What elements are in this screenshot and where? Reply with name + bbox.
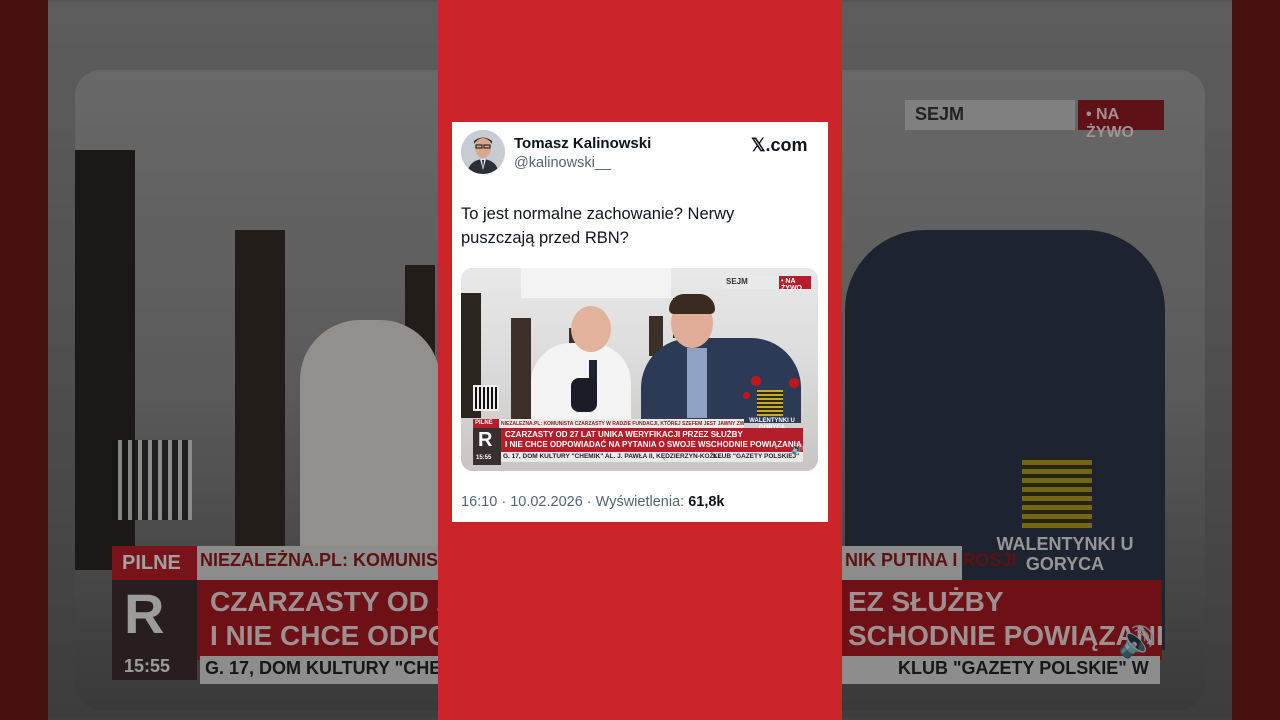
media-ticker-left: G. 17, DOM KULTURY "CHEMIK" AL. J. PAWŁA… [503, 453, 722, 460]
author-name[interactable]: Tomasz Kalinowski [514, 135, 651, 152]
media-pilne: PILNE [473, 419, 499, 428]
author-handle[interactable]: @kalinowski__ [514, 155, 611, 171]
tweet-card[interactable]: Tomasz Kalinowski @kalinowski__ 𝕏.com To… [452, 122, 828, 522]
media-sejm-label: SEJM [723, 276, 778, 289]
media-person-left-head [571, 306, 611, 352]
media-door [511, 318, 531, 428]
media-ceiling [521, 268, 671, 298]
media-ticker-right: KLUB "GAZETY POLSKIEJ" [713, 453, 800, 460]
media-niezalezna: NIEZALEŻNA.PL: KOMUNISTA CZARZASTY W RAD… [499, 419, 744, 428]
media-channel-logo: R 15:55 [473, 428, 501, 465]
x-logo[interactable]: 𝕏.com [751, 135, 808, 156]
avatar-image [461, 130, 505, 174]
heart-icon [743, 392, 750, 399]
heart-icon [751, 376, 761, 386]
views-label: Wyświetlenia: [595, 494, 685, 510]
media-headline-1: CZARZASTY OD 27 LAT UNIKA WERYFIKACJI PR… [505, 430, 743, 439]
media-speaker-icon[interactable]: 🔊 [791, 444, 805, 458]
media-logo-time: 15:55 [476, 455, 492, 461]
microphone-icon [571, 378, 597, 412]
views-count: 61,8k [688, 494, 725, 510]
tweet-date[interactable]: 10.02.2026 [510, 494, 583, 510]
media-logo-letter: R [478, 429, 493, 451]
tweet-time[interactable]: 16:10 [461, 494, 497, 510]
meta-separator: · [582, 494, 596, 510]
media-person-right-hair [669, 294, 715, 314]
tweet-meta: 16:10 · 10.02.2026 · Wyświetlenia: 61,8k [461, 494, 725, 510]
media-qr-code-gold [757, 390, 783, 416]
media-headline-2: I NIE CHCE ODPOWIADAĆ NA PYTANIA O SWOJE… [505, 440, 802, 449]
shorts-frame: SEJM • NA ŻYWO WALENTYNKI U GORYCA PILNE… [0, 0, 1280, 720]
media-live-badge: • NA ŻYWO [779, 276, 811, 292]
tweet-text: To jest normalne zachowanie? Nerwy puszc… [461, 205, 735, 247]
avatar[interactable] [461, 130, 505, 174]
meta-separator: · [497, 494, 511, 510]
media-qr-code [473, 385, 499, 411]
tweet-media[interactable]: SEJM • NA ŻYWO WALENTYNKI U GORYCA PILNE… [461, 268, 818, 471]
media-person-right-shirt [687, 348, 707, 418]
heart-icon [789, 378, 799, 388]
